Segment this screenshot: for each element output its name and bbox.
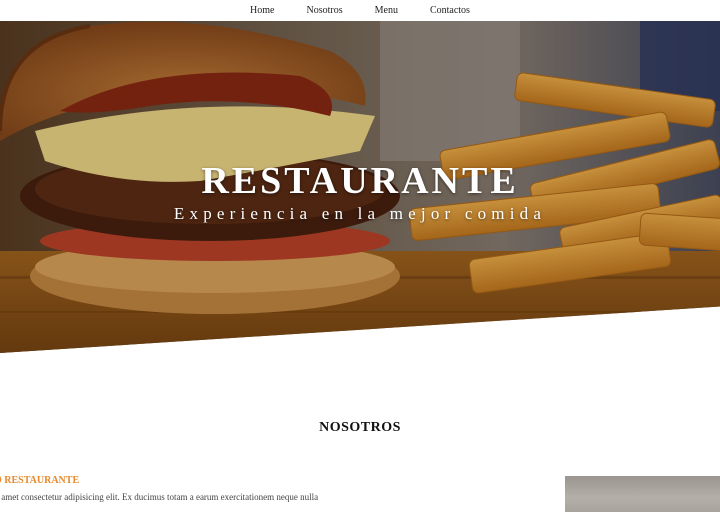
section-title: NOSOTROS: [319, 420, 401, 435]
about-text: it amet consectetur adipisicing elit. Ex…: [0, 492, 319, 502]
about-image: [565, 476, 720, 512]
about-heading: O RESTAURANTE: [0, 475, 80, 486]
hero-subtitle: Experiencia en la mejor comida: [173, 204, 547, 223]
nav-contactos-link[interactable]: Contactos: [430, 4, 470, 18]
nav-home-link[interactable]: Home: [250, 4, 274, 18]
hero-banner: RESTAURANTE Experiencia en la mejor comi…: [0, 21, 720, 353]
top-navigation: Home Nosotros Menu Contactos: [0, 0, 720, 21]
hero-title: RESTAURANTE: [201, 160, 519, 202]
nav-nosotros-link[interactable]: Nosotros: [306, 4, 342, 18]
nav-menu-link[interactable]: Menu: [375, 4, 398, 18]
